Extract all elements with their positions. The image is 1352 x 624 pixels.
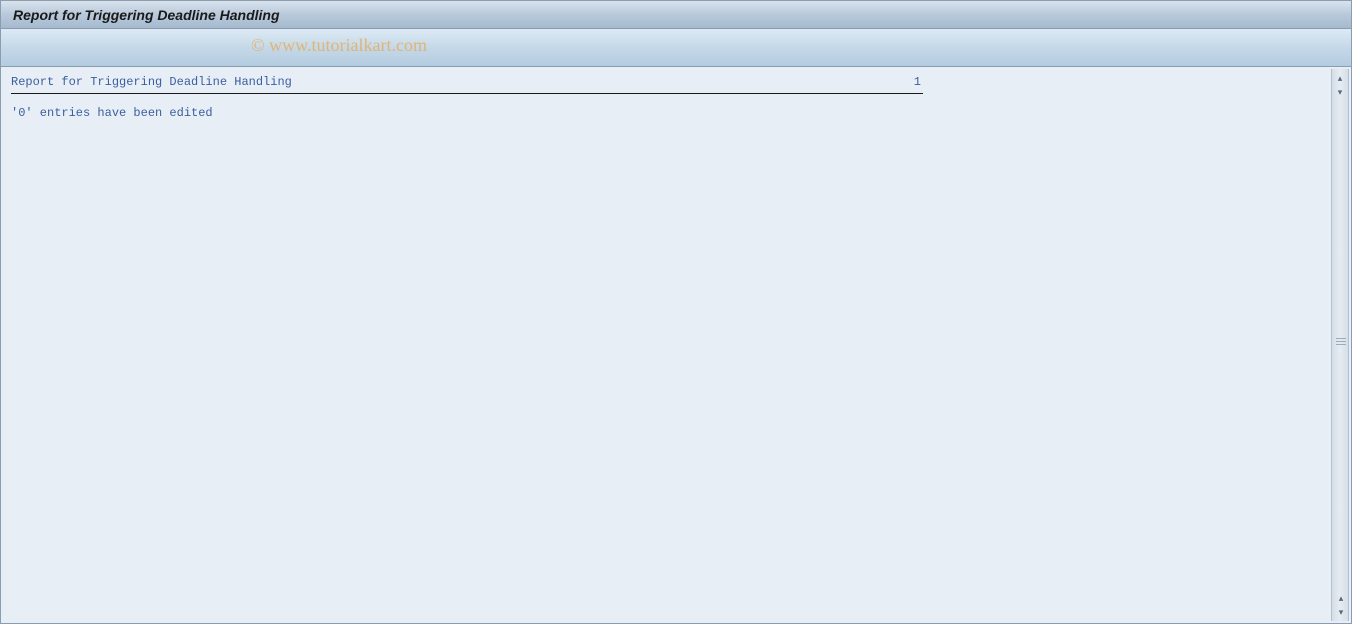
- report-header: Report for Triggering Deadline Handling …: [3, 69, 1329, 91]
- report-header-title: Report for Triggering Deadline Handling: [11, 75, 292, 89]
- window-title: Report for Triggering Deadline Handling: [13, 7, 280, 23]
- window-frame: Report for Triggering Deadline Handling …: [0, 0, 1352, 624]
- watermark-text: © www.tutorialkart.com: [251, 35, 427, 56]
- scroll-up-icon[interactable]: ▴: [1332, 71, 1348, 85]
- vertical-scrollbar[interactable]: ▴ ▾ ▴ ▾: [1331, 69, 1349, 621]
- scroll-up-bottom-icon[interactable]: ▴: [1333, 591, 1349, 605]
- report-message: '0' entries have been edited: [11, 106, 213, 120]
- scroll-down-bottom-icon[interactable]: ▾: [1333, 605, 1349, 619]
- report-page-number: 1: [914, 75, 1321, 89]
- scroll-grip-icon[interactable]: [1336, 336, 1346, 354]
- report-body: '0' entries have been edited: [3, 94, 1329, 132]
- content-area: Report for Triggering Deadline Handling …: [3, 69, 1329, 621]
- title-bar: Report for Triggering Deadline Handling: [1, 1, 1351, 29]
- scroll-down-icon[interactable]: ▾: [1332, 85, 1348, 99]
- toolbar: © www.tutorialkart.com: [1, 29, 1351, 67]
